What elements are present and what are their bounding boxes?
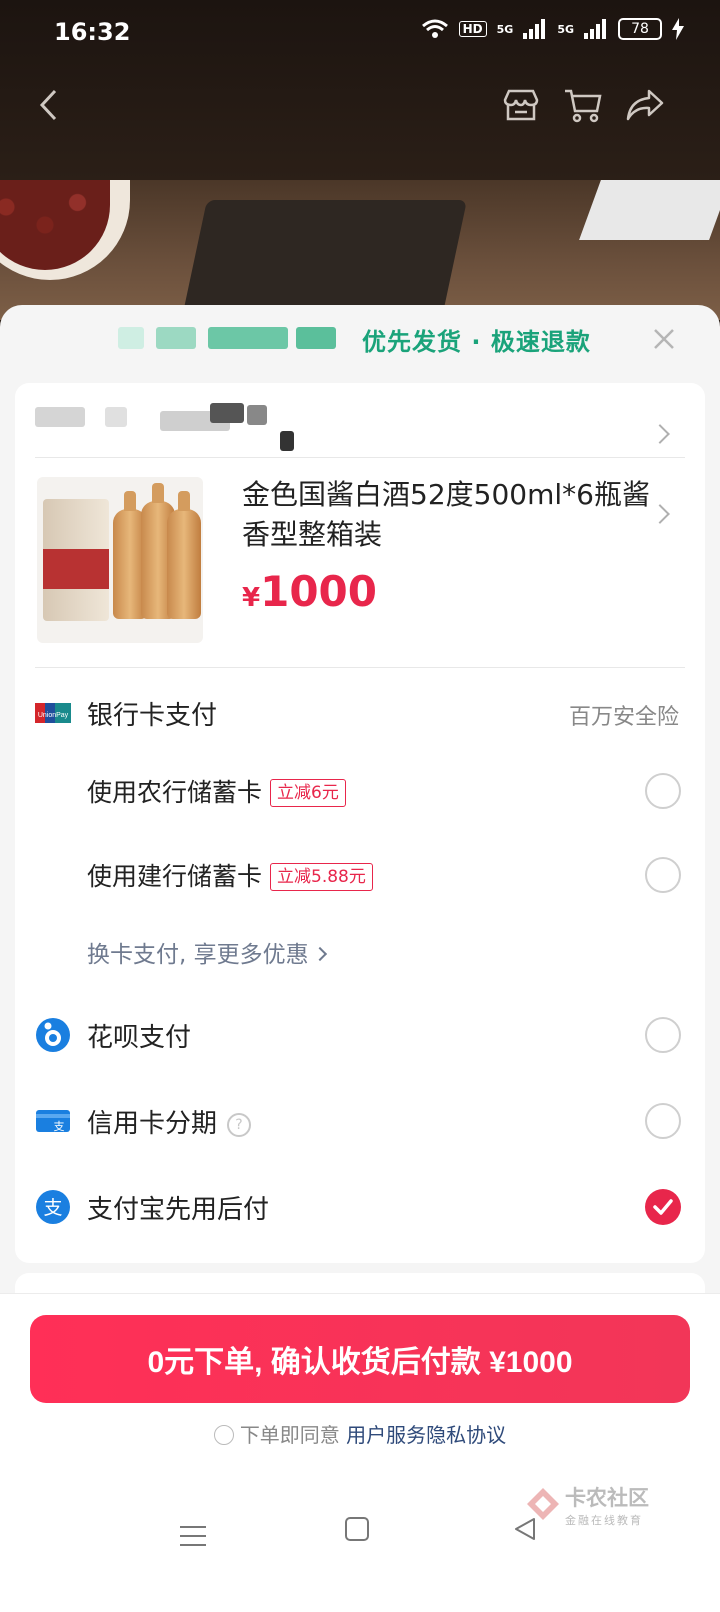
cart-icon bbox=[565, 89, 602, 123]
charging-icon bbox=[672, 18, 684, 40]
status-icons: HD 5G 5G 78 bbox=[421, 18, 684, 40]
insurance-badge: 百万安全险 bbox=[568, 705, 679, 730]
credit-installment-text: 信用卡分期 bbox=[87, 1109, 218, 1139]
abc-card-label: 使用农行储蓄卡 立减6元 bbox=[87, 773, 346, 809]
divider bbox=[35, 667, 685, 668]
blurred-address bbox=[247, 405, 267, 425]
divider bbox=[0, 1293, 720, 1294]
price-value: 1000 bbox=[260, 567, 377, 616]
credit-installment-label: 信用卡分期? bbox=[87, 1103, 252, 1140]
sheet-header-text: 优先发货 · 极速退款 bbox=[362, 328, 591, 356]
product-title: 金色国酱白酒52度500ml*6瓶酱香型整箱装 bbox=[242, 478, 650, 551]
place-order-button[interactable]: 0元下单, 确认收货后付款 ¥1000 bbox=[30, 1315, 690, 1403]
signal-icon-2 bbox=[584, 19, 606, 39]
blurred-text bbox=[156, 327, 196, 349]
sheet-header: 优先发货 · 极速退款 bbox=[0, 305, 720, 375]
signal-icon bbox=[523, 19, 546, 39]
blurred-address bbox=[280, 431, 294, 451]
product-row[interactable]: 金色国酱白酒52度500ml*6瓶酱香型整箱装 ¥1000 bbox=[35, 475, 685, 655]
huabei-radio[interactable] bbox=[645, 1017, 681, 1053]
huabei-icon bbox=[36, 1018, 70, 1052]
product-hero-image bbox=[0, 180, 720, 320]
share-button[interactable] bbox=[622, 82, 668, 128]
menu-icon[interactable] bbox=[180, 1526, 206, 1546]
chevron-right-icon bbox=[312, 946, 327, 962]
svg-text:支: 支 bbox=[43, 1197, 62, 1219]
alipay-later-radio-checked[interactable] bbox=[645, 1189, 681, 1225]
price-symbol: ¥ bbox=[242, 583, 261, 613]
huabei-label: 花呗支付 bbox=[87, 1023, 192, 1053]
bank-card-payment-row: UnionPay 银行卡支付 百万安全险 bbox=[35, 683, 685, 743]
ccb-card-radio[interactable] bbox=[645, 857, 681, 893]
unionpay-icon: UnionPay bbox=[35, 703, 71, 723]
battery-indicator: 78 bbox=[618, 18, 662, 40]
battery-level: 78 bbox=[631, 21, 649, 37]
discount-tag: 立减5.88元 bbox=[270, 863, 373, 891]
chevron-right-icon bbox=[650, 424, 670, 444]
alipay-icon: 支 bbox=[36, 1190, 70, 1224]
blurred-address bbox=[105, 407, 127, 427]
more-cards-link[interactable]: 换卡支付, 享更多优惠 bbox=[87, 935, 327, 969]
nav-row bbox=[0, 70, 720, 140]
bank-card-label: 银行卡支付 bbox=[87, 701, 218, 731]
agreement-radio[interactable] bbox=[213, 1425, 234, 1445]
product-box-image bbox=[43, 499, 109, 621]
alipay-later-label: 支付宝先用后付 bbox=[87, 1195, 270, 1225]
store-button[interactable] bbox=[498, 82, 544, 128]
top-bar: 16:32 HD 5G 5G 78 bbox=[0, 0, 720, 180]
home-icon[interactable] bbox=[345, 1517, 369, 1541]
ccb-card-text: 使用建行储蓄卡 bbox=[87, 862, 263, 891]
ccb-card-label: 使用建行储蓄卡 立减5.88元 bbox=[87, 857, 373, 893]
order-card: 金色国酱白酒52度500ml*6瓶酱香型整箱装 ¥1000 UnionPay 银… bbox=[15, 383, 705, 1263]
hd-icon: HD bbox=[458, 21, 487, 37]
watermark-subtitle: 金融在线教育 bbox=[565, 1514, 643, 1527]
divider bbox=[35, 457, 685, 458]
bottle-image bbox=[167, 491, 201, 619]
blurred-address bbox=[210, 403, 244, 423]
status-bar: 16:32 HD 5G 5G 78 bbox=[0, 0, 720, 64]
address-row[interactable] bbox=[35, 403, 685, 463]
ccb-card-option[interactable]: 使用建行储蓄卡 立减5.88元 bbox=[35, 845, 685, 905]
gift-box-decoration bbox=[172, 200, 468, 320]
back-icon bbox=[39, 89, 57, 121]
cart-button[interactable] bbox=[560, 82, 606, 128]
blurred-text bbox=[296, 327, 336, 349]
huabei-option[interactable]: 花呗支付 bbox=[35, 1005, 685, 1065]
svg-text:支: 支 bbox=[54, 1120, 65, 1133]
product-thumbnail bbox=[37, 477, 203, 643]
product-price: ¥1000 bbox=[242, 567, 377, 616]
more-cards-link-row[interactable]: 换卡支付, 享更多优惠 bbox=[35, 921, 685, 981]
svg-text:UnionPay: UnionPay bbox=[38, 712, 69, 719]
credit-card-icon: 支 bbox=[36, 1110, 70, 1133]
status-time: 16:32 bbox=[54, 18, 131, 46]
discount-tag: 立减6元 bbox=[270, 779, 346, 807]
store-icon bbox=[503, 89, 539, 121]
credit-installment-option[interactable]: 支 信用卡分期? bbox=[35, 1091, 685, 1151]
blurred-text bbox=[118, 327, 144, 349]
agreement-prefix: 下单即同意 bbox=[239, 1423, 340, 1447]
alipay-later-option[interactable]: 支 支付宝先用后付 bbox=[35, 1177, 685, 1237]
close-icon bbox=[654, 329, 674, 349]
signal-5g-2-label: 5G bbox=[557, 22, 574, 36]
watermark-title: 卡农社区 bbox=[565, 1486, 649, 1510]
more-cards-text: 换卡支付, 享更多优惠 bbox=[87, 942, 309, 968]
agreement-row: 下单即同意 用户服务隐私协议 bbox=[0, 1419, 720, 1448]
watermark: 卡农社区 金融在线教育 bbox=[525, 1482, 675, 1542]
blurred-address bbox=[35, 407, 85, 427]
cloth-decoration bbox=[579, 180, 720, 240]
abc-card-radio[interactable] bbox=[645, 773, 681, 809]
credit-installment-radio[interactable] bbox=[645, 1103, 681, 1139]
wifi-icon bbox=[421, 19, 448, 38]
close-button[interactable] bbox=[644, 319, 684, 359]
checkmark-icon bbox=[653, 1199, 673, 1215]
back-button[interactable] bbox=[26, 82, 72, 128]
abc-card-text: 使用农行储蓄卡 bbox=[87, 778, 263, 807]
privacy-agreement-link[interactable]: 用户服务隐私协议 bbox=[346, 1423, 506, 1447]
help-icon[interactable]: ? bbox=[227, 1113, 252, 1137]
blurred-text bbox=[208, 327, 288, 349]
watermark-logo-icon bbox=[527, 1488, 559, 1520]
share-icon bbox=[626, 89, 664, 121]
signal-5g-1-label: 5G bbox=[496, 22, 514, 36]
abc-card-option[interactable]: 使用农行储蓄卡 立减6元 bbox=[35, 761, 685, 821]
